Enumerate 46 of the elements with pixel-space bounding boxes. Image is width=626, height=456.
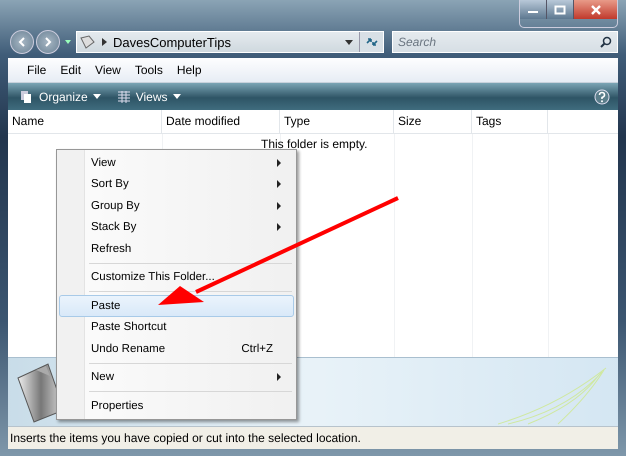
caret-icon [172,94,180,99]
forward-button[interactable] [36,30,60,54]
address-path: DavesComputerTips [113,34,232,50]
context-menu-item[interactable]: Refresh [59,238,294,260]
context-menu-item[interactable]: Sort By [59,174,294,195]
context-menu-item[interactable]: Stack By [59,216,294,238]
column-header[interactable]: Size [394,110,472,133]
context-menu-item[interactable]: Properties [59,395,294,416]
close-button[interactable] [574,0,617,19]
pages-icon [20,90,34,104]
minimize-button[interactable] [520,0,547,19]
close-icon [590,4,602,14]
search-field[interactable]: Search [392,31,618,53]
column-header[interactable]: Type [280,110,394,133]
chevron-icon[interactable] [102,38,107,46]
column-header[interactable]: Tags [472,110,548,133]
refresh-icon [364,35,378,49]
search-icon[interactable] [600,36,612,48]
context-menu-item[interactable]: View [59,152,294,174]
menu-item[interactable]: File [20,63,54,77]
organize-button[interactable]: Organize [16,88,105,106]
grid-icon [116,90,131,104]
maximize-icon [554,4,566,14]
column-header[interactable]: Name [8,110,162,133]
context-menu-item[interactable]: New [59,366,294,388]
address-bar[interactable]: DavesComputerTips [76,31,384,53]
column-header[interactable]: Date modified [162,110,280,133]
menu-item[interactable]: Tools [128,63,170,77]
empty-folder-message: This folder is empty. [261,137,368,151]
refresh-button[interactable] [359,32,383,52]
views-button[interactable]: Views [112,88,184,106]
caret-icon[interactable] [65,40,71,44]
menu-item[interactable]: Edit [53,63,88,77]
help-icon[interactable] [594,88,610,104]
context-menu-item[interactable]: Paste [59,295,294,316]
caret-icon [92,94,101,99]
context-menu-item[interactable]: Group By [59,195,294,216]
maximize-button[interactable] [547,0,574,19]
menu-item[interactable]: Help [170,63,209,77]
context-menu-item[interactable]: Paste Shortcut [59,316,294,338]
menu-item[interactable]: View [88,63,128,77]
context-menu-item[interactable]: Customize This Folder... [59,266,294,288]
context-menu-item[interactable]: Undo Rename Ctrl+Z [59,338,294,360]
back-button[interactable] [10,30,34,54]
status-bar: Inserts the items you have copied or cut into the selected location. [8,426,618,449]
dropdown-caret-icon[interactable] [345,40,353,44]
